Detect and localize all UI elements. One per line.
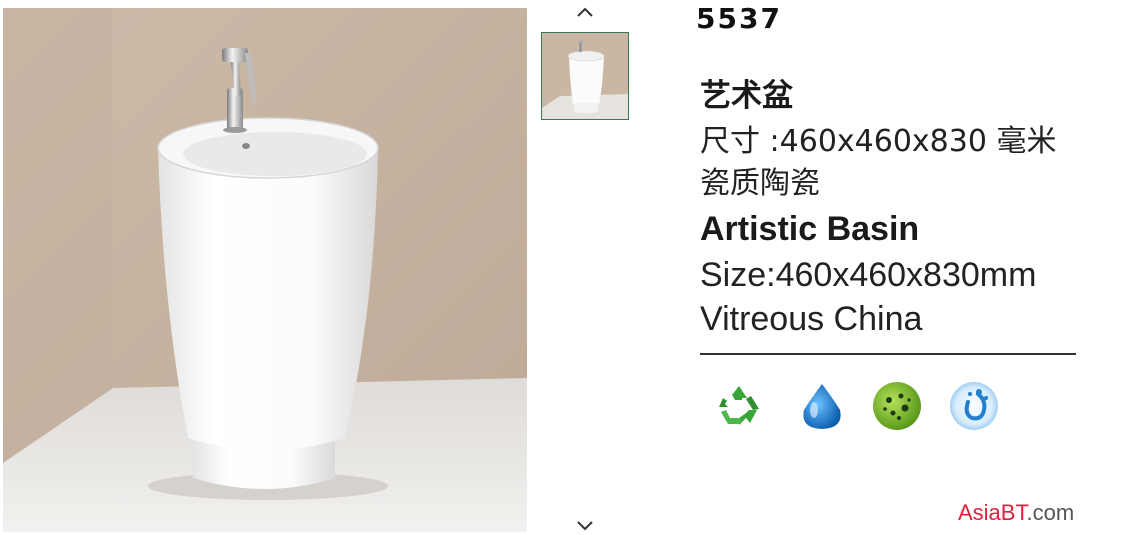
product-size-en: Size:460x460x830mm — [700, 256, 1037, 294]
gallery-next-button[interactable] — [570, 516, 600, 535]
chevron-up-icon — [577, 7, 593, 17]
water-drop-icon — [796, 380, 848, 432]
watermark-brand: AsiaBT — [958, 500, 1027, 525]
recycle-icon — [713, 380, 765, 432]
product-material-en: Vitreous China — [700, 300, 923, 338]
product-main-image — [3, 8, 527, 532]
product-page: 5537 艺术盆 尺寸 :460x460x830 毫米 瓷质陶瓷 Artisti… — [0, 0, 1128, 535]
gallery-thumbnail[interactable] — [541, 32, 629, 120]
watermark-tld: .com — [1026, 500, 1075, 525]
product-size-cn: 尺寸 :460x460x830 毫米 — [700, 124, 1057, 159]
water-splash-icon — [948, 380, 1000, 432]
product-title-cn: 艺术盆 — [700, 78, 793, 114]
section-divider — [700, 353, 1076, 355]
antibacterial-icon — [871, 380, 923, 432]
product-title-en: Artistic Basin — [700, 210, 920, 248]
chevron-down-icon — [577, 521, 593, 531]
product-material-cn: 瓷质陶瓷 — [700, 166, 820, 201]
product-code: 5537 — [696, 2, 782, 35]
site-watermark: AsiaBT.com — [958, 500, 1074, 526]
gallery-prev-button[interactable] — [570, 2, 600, 22]
